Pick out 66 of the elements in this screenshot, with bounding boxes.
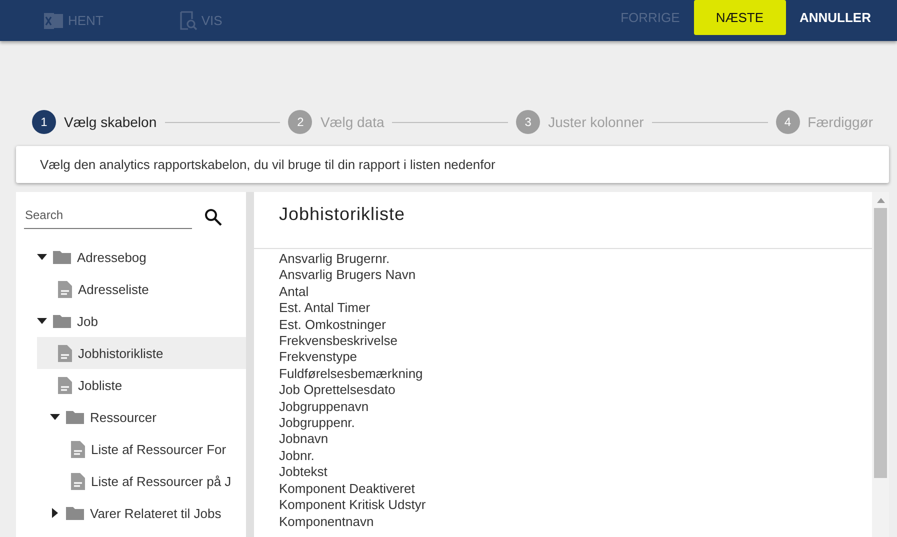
document-icon (71, 440, 85, 458)
tree-item[interactable]: Jobhistorikliste (37, 337, 246, 369)
tree-item[interactable]: Liste af Ressourcer For (37, 433, 246, 465)
field-name: Ansvarlig Brugernr. (279, 251, 391, 268)
step-number: 2 (288, 110, 312, 134)
step-label: Vælg skabelon (64, 114, 157, 130)
field-name: Ansvarlig Brugers Navn (279, 267, 417, 284)
document-icon (58, 376, 72, 394)
tree-label: Job (77, 314, 98, 328)
tree-item[interactable]: Adresseliste (37, 273, 246, 305)
caret-icon[interactable] (37, 252, 47, 262)
step-number: 1 (32, 110, 56, 134)
tree-folder[interactable]: Adressebog (37, 241, 246, 273)
field-name: Jobnavn (279, 431, 330, 448)
tree-folder[interactable]: Varer Relateret til Jobs (37, 497, 246, 529)
field-name: Jobtekst (279, 464, 328, 481)
search-icon[interactable] (204, 208, 222, 226)
field-name: Komponentnavn (279, 514, 375, 530)
field-name: Jobgruppenavn (279, 398, 370, 416)
folder-icon (53, 250, 71, 264)
document-search-icon (179, 10, 198, 30)
field-name: Komponent Deaktiveret (279, 480, 416, 498)
step-label: Færdiggør (808, 114, 874, 130)
tree-item[interactable]: Liste af Ressourcer på J (37, 465, 246, 497)
field-name: Est. Antal Timer (279, 300, 372, 317)
folder-icon (66, 410, 84, 424)
instruction-text: Vælg den analytics rapportskabelon, du vil bruge til din rapport i listen nedenfor (16, 146, 889, 183)
step-number: 3 (516, 110, 540, 134)
document-icon (58, 344, 72, 362)
caret-icon[interactable] (50, 412, 60, 422)
field-name: Jobnr. (279, 448, 316, 464)
field-name: Antal (279, 284, 310, 300)
document-icon (58, 280, 72, 298)
tree-label: Adressebog (77, 250, 146, 264)
field-name: Frekvensbeskrivelse (279, 333, 398, 350)
tree-label: Liste af Ressourcer på J (91, 474, 232, 488)
document-icon (71, 472, 85, 490)
tree-label: Adresseliste (78, 282, 149, 296)
spreadsheet-icon (44, 12, 64, 30)
tree-label: Ressourcer (90, 410, 156, 424)
field-name: Komponent Kritisk Udstyr (279, 497, 427, 514)
tree-label: Jobhistorikliste (78, 346, 164, 360)
tree-label: Varer Relateret til Jobs (90, 506, 222, 520)
scroll-up-icon[interactable] (876, 197, 884, 203)
tree-item[interactable]: Jobliste (37, 369, 246, 401)
caret-icon[interactable] (50, 508, 60, 518)
folder-icon (66, 506, 84, 520)
tree-folder[interactable]: Job (37, 305, 246, 337)
scrollbar[interactable] (872, 192, 889, 537)
tree-folder[interactable]: Ressourcer (37, 401, 246, 433)
field-name: Job Oprettelsesdato (279, 382, 396, 399)
step-label: Juster kolonner (548, 114, 644, 130)
field-name: Jobgruppenr. (279, 415, 356, 432)
next-button[interactable]: NÆSTE (694, 0, 786, 35)
toolbar-button[interactable]: ANNULLER (786, 0, 885, 35)
detail-title: Jobhistorikliste (254, 192, 872, 249)
search-field[interactable]: Search (24, 204, 192, 229)
step-label: Vælg data (320, 114, 384, 130)
field-name: Est. Omkostninger (279, 316, 387, 334)
field-name: Frekvenstype (279, 349, 358, 366)
tree-label: Jobliste (78, 378, 122, 392)
tree-label: Liste af Ressourcer For (91, 442, 226, 456)
caret-icon[interactable] (37, 316, 47, 326)
field-name: Fuldførelsesbemærkning (279, 366, 424, 382)
step-number: 4 (776, 110, 800, 134)
folder-icon (53, 314, 71, 328)
